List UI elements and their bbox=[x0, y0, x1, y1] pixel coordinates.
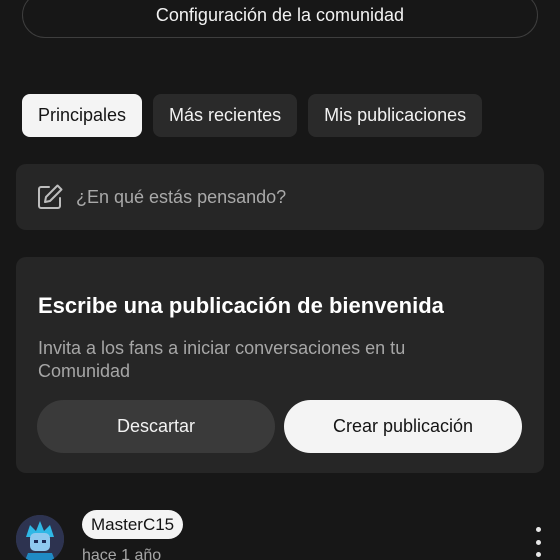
post-item: MasterC15 hace 1 año bbox=[0, 505, 560, 560]
create-post-button[interactable]: Crear publicación bbox=[284, 400, 522, 453]
community-page: Configuración de la comunidad Principale… bbox=[0, 0, 560, 560]
post-username[interactable]: MasterC15 bbox=[82, 510, 184, 539]
more-vertical-icon[interactable] bbox=[528, 527, 548, 557]
welcome-card-description: Invita a los fans a iniciar conversacion… bbox=[38, 338, 406, 381]
community-settings-button[interactable]: Configuración de la comunidad bbox=[22, 0, 538, 38]
tab-principales[interactable]: Principales bbox=[22, 94, 143, 137]
post-composer[interactable]: ¿En qué estás pensando? bbox=[16, 164, 544, 230]
tab-mas-recientes[interactable]: Más recientes bbox=[153, 94, 298, 137]
avatar[interactable] bbox=[16, 515, 64, 560]
tab-mis-publicaciones[interactable]: Mis publicaciones bbox=[308, 94, 483, 137]
welcome-post-card: Escribe una publicación de bienvenida In… bbox=[16, 257, 544, 473]
welcome-card-title: Escribe una publicación de bienvenida bbox=[38, 293, 444, 318]
post-timestamp: hace 1 año bbox=[82, 547, 162, 560]
pencil-square-icon bbox=[36, 183, 64, 211]
feed-tabs: Principales Más recientes Mis publicacio… bbox=[22, 94, 483, 137]
dismiss-button[interactable]: Descartar bbox=[37, 400, 275, 453]
composer-placeholder: ¿En qué estás pensando? bbox=[76, 186, 287, 207]
